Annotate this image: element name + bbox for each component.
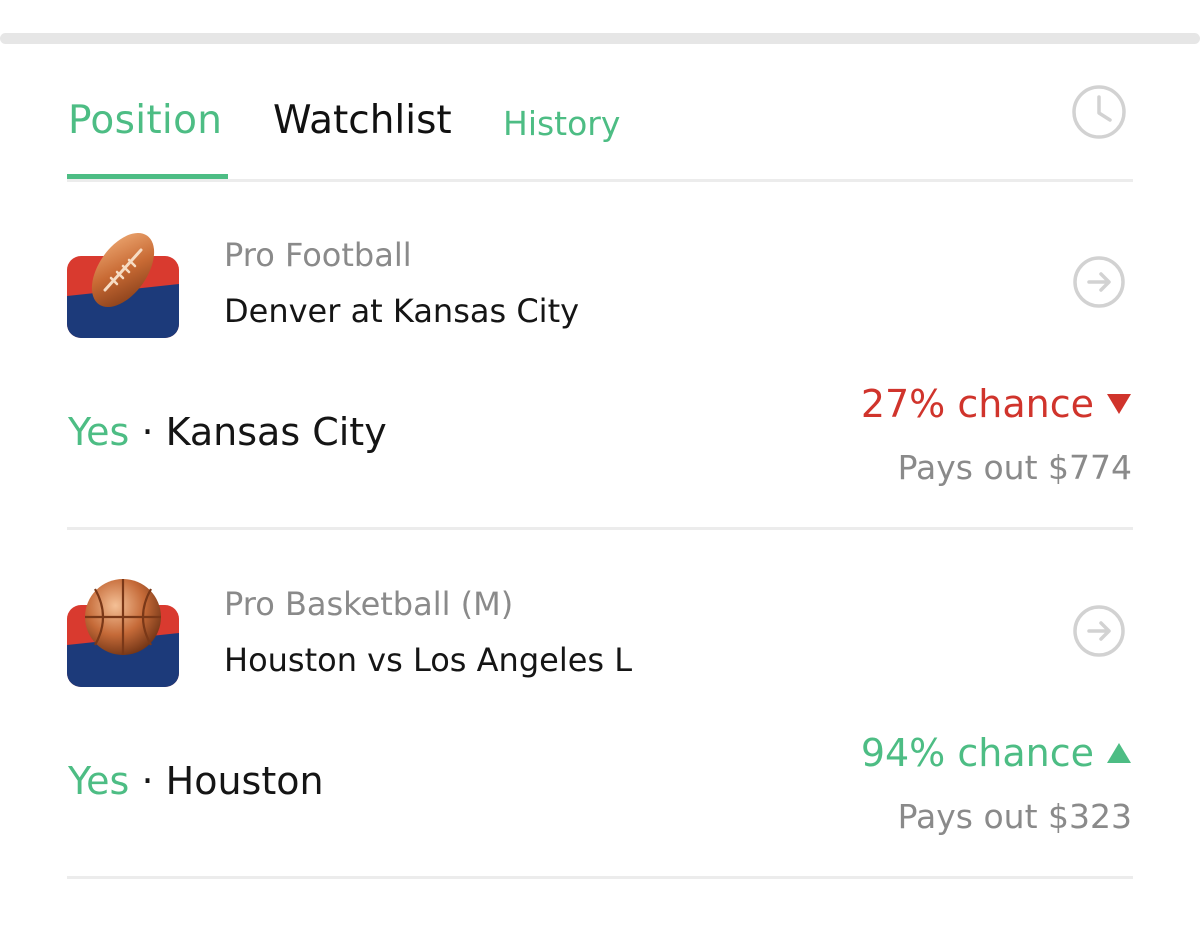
pick-team: Houston: [165, 759, 324, 803]
arrow-right-circle-icon[interactable]: [1071, 254, 1127, 310]
pick-side: Yes: [68, 759, 130, 803]
event-title[interactable]: Houston vs Los Angeles L: [224, 641, 632, 679]
row-divider: [67, 876, 1133, 879]
event-category: Pro Basketball (M): [224, 585, 514, 623]
trend-up-icon: [1107, 743, 1131, 763]
trend-down-icon: [1107, 394, 1131, 414]
chance-indicator: 27% chance: [861, 382, 1132, 426]
event-category: Pro Football: [224, 236, 412, 274]
arrow-right-circle-icon[interactable]: [1071, 603, 1127, 659]
chance-value: 94% chance: [860, 731, 1094, 775]
pick-label: Yes · Kansas City: [68, 410, 387, 454]
pick-separator: ·: [141, 759, 154, 803]
tab-position[interactable]: Position: [68, 98, 222, 143]
drag-handle-bar: [0, 33, 1200, 44]
pick-side: Yes: [68, 410, 130, 454]
row-divider: [67, 527, 1133, 530]
pick-team: Kansas City: [165, 410, 387, 454]
clock-icon[interactable]: [1070, 83, 1128, 141]
basketball-icon: [67, 579, 179, 687]
football-icon: [67, 232, 179, 338]
pick-label: Yes · Houston: [68, 759, 324, 803]
tab-history[interactable]: History: [503, 104, 620, 143]
positions-panel: Position Watchlist History Pro Football …: [0, 0, 1200, 937]
payout-amount: Pays out $323: [897, 797, 1132, 836]
payout-amount: Pays out $774: [897, 448, 1132, 487]
event-title[interactable]: Denver at Kansas City: [224, 292, 579, 330]
chance-indicator: 94% chance: [861, 731, 1132, 775]
chance-value: 27% chance: [860, 382, 1094, 426]
tabs-divider: [67, 179, 1133, 182]
pick-separator: ·: [141, 410, 154, 454]
tab-watchlist[interactable]: Watchlist: [273, 98, 452, 143]
